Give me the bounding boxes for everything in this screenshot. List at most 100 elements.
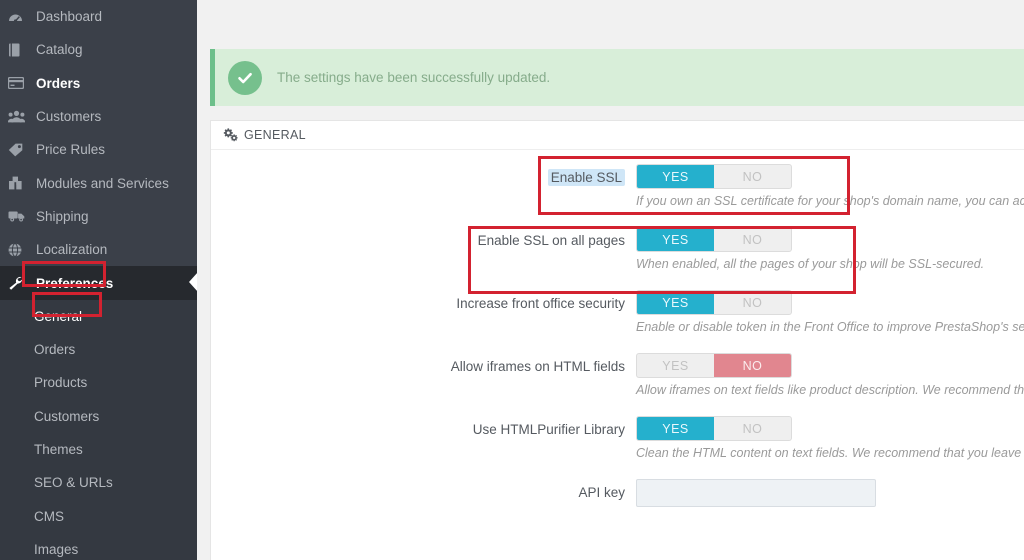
sidebar-item-preferences[interactable]: Preferences	[0, 266, 197, 300]
toggle-allow-iframes-on-html-fields[interactable]: YES NO	[636, 353, 792, 378]
success-alert-message: The settings have been successfully upda…	[277, 70, 551, 85]
submenu-item-themes[interactable]: Themes	[0, 433, 197, 466]
toggle-yes-option[interactable]: YES	[637, 417, 714, 440]
main-content-area: The settings have been successfully upda…	[197, 0, 1024, 560]
help-text-allow-iframes-on-html-fields: Allow iframes on text fields like produc…	[636, 383, 1024, 397]
form-control-allow-iframes-on-html-fields: YES NO Allow iframes on text fields like p…	[636, 353, 1024, 414]
form-control-enable-ssl: YES NO If you own an SSL certificate for y…	[636, 164, 1024, 225]
sidebar-item-orders[interactable]: Orders	[0, 67, 197, 100]
sidebar-item-dashboard[interactable]: Dashboard	[0, 0, 197, 33]
submenu-item-label: General	[34, 308, 83, 324]
form-row-enable-ssl-on-all-pages: Enable SSL on all pages YES NO When enabled…	[211, 227, 1024, 288]
help-text-enable-ssl: If you own an SSL certificate for your s…	[636, 194, 1024, 208]
sidebar-item-label: Localization	[36, 242, 108, 258]
toggle-enable-ssl[interactable]: YES NO	[636, 164, 792, 189]
toggle-no-option[interactable]: NO	[714, 417, 791, 440]
toggle-no-option[interactable]: NO	[714, 354, 791, 377]
submenu-item-images[interactable]: Images	[0, 533, 197, 560]
globe-icon	[8, 242, 34, 257]
submenu-item-orders[interactable]: Orders	[0, 333, 197, 366]
panel-title: GENERAL	[244, 128, 306, 142]
submenu-item-products[interactable]: Products	[0, 366, 197, 399]
preferences-submenu: General Orders Products Customers Themes SEO …	[0, 299, 197, 560]
submenu-item-label: Orders	[34, 342, 76, 358]
general-settings-panel: GENERAL Enable SSL YES NO If you own an SSL…	[210, 120, 1024, 560]
submenu-item-label: SEO & URLs	[34, 475, 113, 491]
row-spacer	[636, 271, 1024, 288]
toggle-enable-ssl-on-all-pages[interactable]: YES NO	[636, 227, 792, 252]
dashboard-icon	[8, 10, 34, 23]
help-text-increase-front-office-security: Enable or disable token in the Front Off…	[636, 320, 1024, 334]
sidebar-item-shipping[interactable]: Shipping	[0, 200, 197, 233]
submenu-item-label: Images	[34, 541, 79, 557]
row-spacer	[636, 397, 1024, 414]
submenu-item-seo-urls[interactable]: SEO & URLs	[0, 466, 197, 499]
sidebar-item-label: Shipping	[36, 208, 89, 224]
toggle-yes-option[interactable]: YES	[637, 291, 714, 314]
toggle-no-option[interactable]: NO	[714, 291, 791, 314]
sidebar-item-catalog[interactable]: Catalog	[0, 33, 197, 66]
form-label-enable-ssl-on-all-pages: Enable SSL on all pages	[477, 233, 625, 248]
wrench-icon	[8, 276, 34, 290]
help-text-use-htmlpurifier-library: Clean the HTML content on text fields. W…	[636, 446, 1024, 460]
selected-label-text: Enable SSL	[547, 169, 625, 186]
form-row-allow-iframes-on-html-fields: Allow iframes on HTML fields YES NO Allow i…	[211, 353, 1024, 414]
check-circle-icon	[228, 60, 262, 95]
puzzle-icon	[8, 176, 34, 190]
form-label-allow-iframes-on-html-fields: Allow iframes on HTML fields	[450, 359, 625, 374]
truck-icon	[8, 210, 34, 222]
submenu-item-label: Themes	[34, 442, 83, 457]
success-alert: The settings have been successfully upda…	[210, 49, 1024, 106]
toggle-yes-option[interactable]: YES	[637, 165, 714, 188]
form-label-increase-front-office-security: Increase front office security	[456, 296, 625, 311]
input-api-key[interactable]	[636, 479, 876, 507]
settings-form: Enable SSL YES NO If you own an SSL certifi…	[211, 150, 1024, 507]
credit-card-icon	[8, 77, 34, 90]
form-control-use-htmlpurifier-library: YES NO Clean the HTML content on text fiel…	[636, 416, 1024, 477]
prestashop-admin-screen: Dashboard Catalog Orders Customers Price Rul…	[0, 0, 1024, 560]
cogs-icon	[223, 128, 238, 142]
sidebar-item-label: Dashboard	[36, 9, 103, 25]
form-control-enable-ssl-on-all-pages: YES NO When enabled, all the pages of your…	[636, 227, 1024, 288]
book-icon	[8, 43, 34, 57]
sidebar-item-customers[interactable]: Customers	[0, 100, 197, 133]
form-row-enable-ssl: Enable SSL YES NO If you own an SSL certifi…	[211, 164, 1024, 225]
form-label-api-key: API key	[578, 485, 625, 500]
form-control-api-key	[636, 479, 1024, 507]
submenu-item-cms[interactable]: CMS	[0, 499, 197, 532]
submenu-item-label: Customers	[34, 408, 100, 424]
submenu-item-customers[interactable]: Customers	[0, 400, 197, 433]
submenu-item-general[interactable]: General	[0, 300, 197, 333]
form-row-api-key: API key	[211, 479, 1024, 507]
submenu-item-label: Products	[34, 375, 88, 391]
toggle-use-htmlpurifier-library[interactable]: YES NO	[636, 416, 792, 441]
row-spacer	[636, 460, 1024, 477]
sidebar-item-label: Catalog	[36, 42, 83, 58]
users-icon	[8, 110, 34, 123]
main-navigation-sidebar: Dashboard Catalog Orders Customers Price Rul…	[0, 0, 197, 560]
sidebar-item-label: Modules and Services	[36, 175, 169, 191]
toggle-yes-option[interactable]: YES	[637, 228, 714, 251]
submenu-item-label: CMS	[34, 508, 64, 524]
row-spacer	[636, 334, 1024, 351]
sidebar-item-label: Price Rules	[36, 142, 106, 158]
form-row-increase-front-office-security: Increase front office security YES NO Enabl…	[211, 290, 1024, 351]
sidebar-item-localization[interactable]: Localization	[0, 233, 197, 266]
form-control-increase-front-office-security: YES NO Enable or disable token in the Fron…	[636, 290, 1024, 351]
panel-header: GENERAL	[211, 121, 1024, 150]
toggle-no-option[interactable]: NO	[714, 228, 791, 251]
sidebar-item-price-rules[interactable]: Price Rules	[0, 133, 197, 166]
sidebar-item-modules-and-services[interactable]: Modules and Services	[0, 166, 197, 199]
form-label-enable-ssl: Enable SSL	[211, 164, 636, 225]
toggle-no-option[interactable]: NO	[714, 165, 791, 188]
sidebar-item-label: Orders	[36, 75, 81, 91]
sidebar-item-label: Preferences	[36, 275, 114, 291]
sidebar-item-label: Customers	[36, 109, 102, 125]
tag-icon	[8, 143, 34, 157]
form-row-use-htmlpurifier-library: Use HTMLPurifier Library YES NO Clean the H…	[211, 416, 1024, 477]
toggle-increase-front-office-security[interactable]: YES NO	[636, 290, 792, 315]
toggle-yes-option[interactable]: YES	[637, 354, 714, 377]
help-text-enable-ssl-on-all-pages: When enabled, all the pages of your shop…	[636, 257, 985, 271]
form-label-use-htmlpurifier-library: Use HTMLPurifier Library	[472, 422, 625, 437]
row-spacer	[636, 208, 1024, 225]
